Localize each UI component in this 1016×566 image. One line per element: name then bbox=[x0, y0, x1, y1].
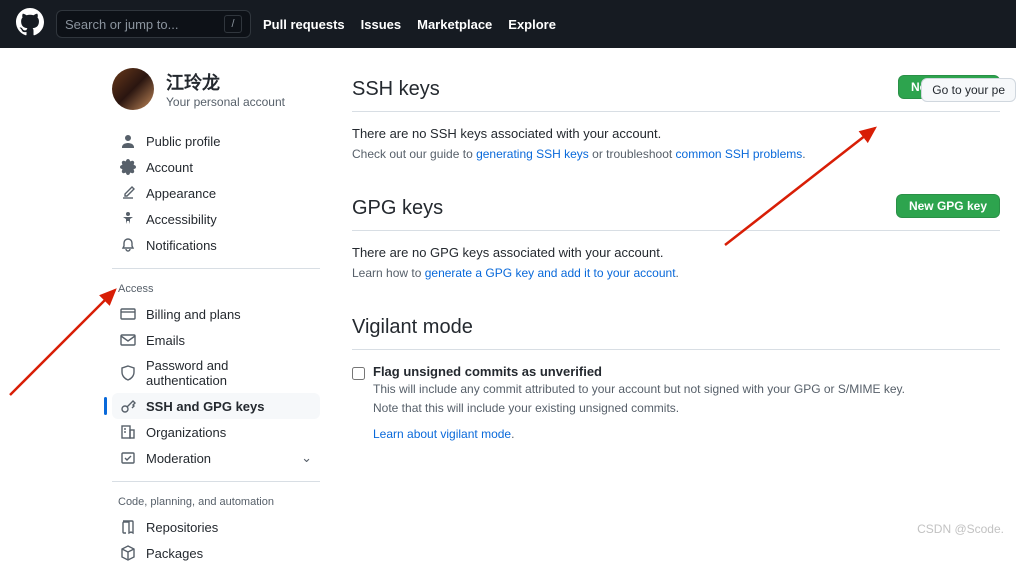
watermark: CSDN @Scode. bbox=[917, 522, 1004, 536]
avatar[interactable] bbox=[112, 68, 154, 110]
nav-issues[interactable]: Issues bbox=[361, 17, 401, 32]
person-icon bbox=[120, 133, 136, 149]
divider bbox=[112, 481, 320, 482]
sidebar-item-label: SSH and GPG keys bbox=[146, 399, 265, 414]
nav-explore[interactable]: Explore bbox=[508, 17, 556, 32]
sidebar-item-label: Account bbox=[146, 160, 193, 175]
gpg-empty: There are no GPG keys associated with yo… bbox=[352, 245, 1000, 260]
gpg-section: GPG keys New GPG key There are no GPG ke… bbox=[352, 187, 1000, 280]
link-generate-gpg[interactable]: generate a GPG key and add it to your ac… bbox=[425, 266, 676, 280]
new-gpg-key-button[interactable]: New GPG key bbox=[896, 194, 1000, 218]
vigilant-title: Vigilant mode bbox=[352, 316, 473, 339]
gpg-learn: Learn how to generate a GPG key and add … bbox=[352, 266, 1000, 280]
nav-pull-requests[interactable]: Pull requests bbox=[263, 17, 345, 32]
sidebar-item-label: Billing and plans bbox=[146, 307, 241, 322]
section-access: Access bbox=[118, 283, 320, 295]
repo-icon bbox=[120, 519, 136, 535]
github-logo[interactable] bbox=[16, 8, 44, 41]
search-placeholder: Search or jump to... bbox=[65, 17, 178, 32]
bell-icon bbox=[120, 237, 136, 253]
user-header: 江玲龙 Your personal account bbox=[112, 68, 320, 110]
sidebar-item-label: Emails bbox=[146, 333, 185, 348]
ssh-empty: There are no SSH keys associated with yo… bbox=[352, 126, 1000, 141]
primary-nav: Pull requests Issues Marketplace Explore bbox=[263, 17, 556, 32]
sidebar-item-moderation[interactable]: Moderation ⌄ bbox=[112, 445, 320, 471]
global-header: Search or jump to... / Pull requests Iss… bbox=[0, 0, 1016, 48]
mod-icon bbox=[120, 450, 136, 466]
key-icon bbox=[120, 398, 136, 414]
ssh-section: SSH keys New SSH key There are no SSH ke… bbox=[352, 68, 1000, 161]
brush-icon bbox=[120, 185, 136, 201]
sidebar-item-password-and-authentication[interactable]: Password and authentication bbox=[112, 353, 320, 393]
sidebar-item-label: Public profile bbox=[146, 134, 220, 149]
vigilant-section: Vigilant mode Flag unsigned commits as u… bbox=[352, 306, 1000, 441]
sidebar-item-label: Accessibility bbox=[146, 212, 217, 227]
user-name: 江玲龙 bbox=[166, 69, 285, 95]
sidebar-item-label: Moderation bbox=[146, 451, 211, 466]
vigilant-desc2: Note that this will include your existin… bbox=[373, 400, 905, 417]
sidebar-item-label: Organizations bbox=[146, 425, 226, 440]
section-code: Code, planning, and automation bbox=[118, 496, 320, 508]
org-icon bbox=[120, 424, 136, 440]
sidebar-item-account[interactable]: Account bbox=[112, 154, 320, 180]
sidebar-item-organizations[interactable]: Organizations bbox=[112, 419, 320, 445]
shield-icon bbox=[120, 365, 136, 381]
go-to-profile-button[interactable]: Go to your pe bbox=[921, 78, 1016, 102]
user-subtext: Your personal account bbox=[166, 95, 285, 109]
nav-marketplace[interactable]: Marketplace bbox=[417, 17, 492, 32]
sidebar-item-appearance[interactable]: Appearance bbox=[112, 180, 320, 206]
mail-icon bbox=[120, 332, 136, 348]
link-ssh-problems[interactable]: common SSH problems bbox=[676, 147, 803, 161]
link-generating-ssh[interactable]: generating SSH keys bbox=[476, 147, 589, 161]
divider bbox=[112, 268, 320, 269]
sidebar-item-emails[interactable]: Emails bbox=[112, 327, 320, 353]
sidebar-item-packages[interactable]: Packages bbox=[112, 540, 320, 566]
sidebar-item-accessibility[interactable]: Accessibility bbox=[112, 206, 320, 232]
vigilant-checkbox[interactable] bbox=[352, 367, 365, 380]
sidebar-item-label: Packages bbox=[146, 546, 203, 561]
search-input[interactable]: Search or jump to... / bbox=[56, 10, 251, 38]
sidebar-item-public-profile[interactable]: Public profile bbox=[112, 128, 320, 154]
gpg-title: GPG keys bbox=[352, 197, 443, 220]
ssh-title: SSH keys bbox=[352, 78, 440, 101]
sidebar-item-label: Appearance bbox=[146, 186, 216, 201]
sidebar-item-repositories[interactable]: Repositories bbox=[112, 514, 320, 540]
sidebar-item-notifications[interactable]: Notifications bbox=[112, 232, 320, 258]
chevron-down-icon: ⌄ bbox=[301, 450, 312, 466]
sidebar-item-billing-and-plans[interactable]: Billing and plans bbox=[112, 301, 320, 327]
ssh-guide: Check out our guide to generating SSH ke… bbox=[352, 147, 1000, 161]
sidebar-item-label: Password and authentication bbox=[146, 358, 312, 388]
slash-key-icon: / bbox=[224, 15, 242, 33]
link-vigilant-learn[interactable]: Learn about vigilant mode bbox=[373, 427, 511, 441]
vigilant-desc1: This will include any commit attributed … bbox=[373, 381, 905, 398]
gear-icon bbox=[120, 159, 136, 175]
settings-sidebar: 江玲龙 Your personal account Public profile… bbox=[0, 68, 320, 566]
card-icon bbox=[120, 306, 136, 322]
vigilant-label: Flag unsigned commits as unverified bbox=[373, 364, 905, 379]
pkg-icon bbox=[120, 545, 136, 561]
main-content: Go to your pe SSH keys New SSH key There… bbox=[320, 68, 1016, 566]
a11y-icon bbox=[120, 211, 136, 227]
sidebar-item-label: Repositories bbox=[146, 520, 218, 535]
sidebar-item-label: Notifications bbox=[146, 238, 217, 253]
sidebar-item-ssh-and-gpg-keys[interactable]: SSH and GPG keys bbox=[112, 393, 320, 419]
